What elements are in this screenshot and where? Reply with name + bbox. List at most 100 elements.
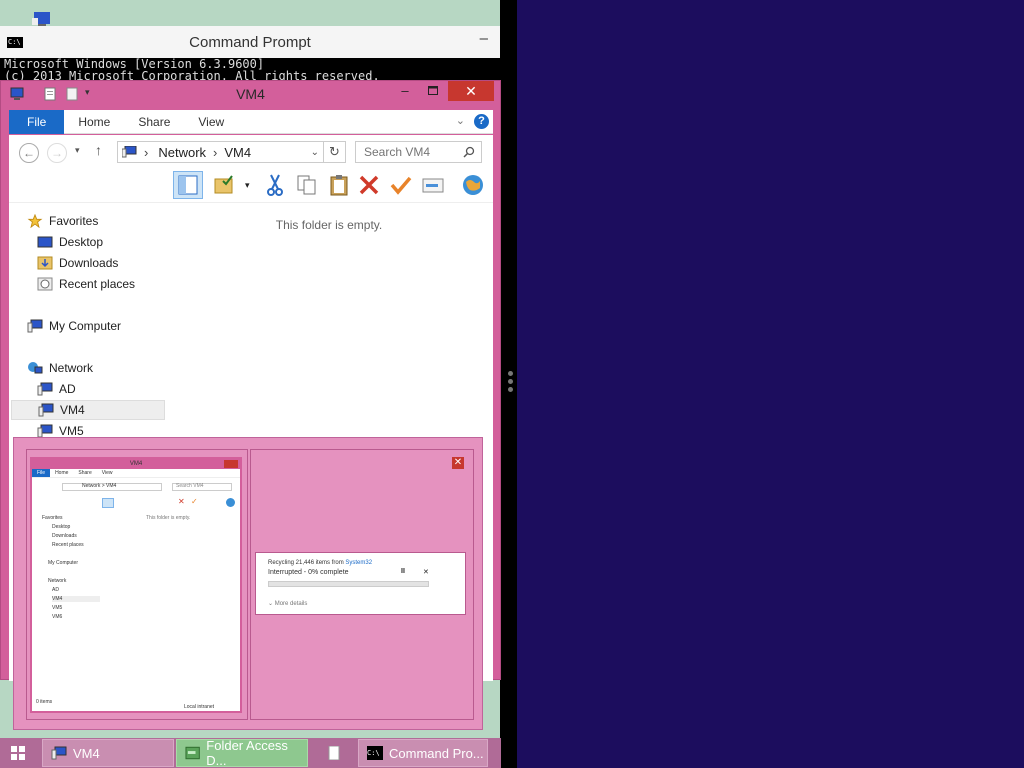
mini-tab-view: View <box>101 470 113 476</box>
computer-icon <box>38 403 54 417</box>
more-details-toggle: ⌄ More details <box>268 601 308 607</box>
mini-nav-favorites: Favorites <box>42 515 63 521</box>
recent-places-icon <box>37 277 53 291</box>
cmd-console[interactable]: Microsoft Windows [Version 6.3.9600] (c) … <box>0 58 500 82</box>
nav-downloads-label: Downloads <box>59 256 119 270</box>
nav-recent-places-label: Recent places <box>59 277 136 291</box>
nav-network[interactable]: Network <box>27 358 93 378</box>
nav-vm4-label: VM4 <box>60 403 85 417</box>
checkmark-icon[interactable] <box>389 173 413 197</box>
command-prompt-window[interactable]: C:\ Command Prompt – Microsoft Windows [… <box>0 26 500 82</box>
mini-nav-recent: Recent places <box>52 542 84 548</box>
downloads-icon <box>37 256 53 270</box>
mini-nav-vm5: VM5 <box>52 605 63 611</box>
tab-home[interactable]: Home <box>64 110 124 134</box>
address-row: ← → ▾ ↑ › Network › VM4 ⌄ ↻ <box>9 135 493 169</box>
command-toolbar: ▾ <box>9 169 493 203</box>
mini-empty-message: This folder is empty. <box>146 515 191 521</box>
address-sep-icon: › <box>144 144 149 160</box>
preview-pane-icon <box>178 175 198 195</box>
expand-ribbon-icon[interactable]: ⌄ <box>456 114 465 127</box>
up-button[interactable]: ↑ <box>95 142 102 158</box>
nav-downloads[interactable]: Downloads <box>37 253 118 273</box>
mini-close-icon <box>224 460 238 468</box>
taskbar-item-vm4[interactable]: VM4 <box>42 739 174 767</box>
rename-icon[interactable] <box>421 173 445 197</box>
cmd-minimize-button[interactable]: – <box>480 30 488 47</box>
cmd-app-icon: C:\ <box>7 37 23 48</box>
refresh-icon[interactable]: ↻ <box>323 142 345 162</box>
pause-icon: II <box>401 568 405 575</box>
snap-resize-handle[interactable] <box>506 368 514 400</box>
thumbnail-explorer[interactable]: VM4 File Home Share View Network > VM4 S… <box>26 449 248 720</box>
nav-desktop[interactable]: Desktop <box>37 232 103 252</box>
network-computer-icon <box>122 146 137 158</box>
mini-toolbar: ✕ ✓ <box>32 497 240 509</box>
breadcrumb-vm4[interactable]: VM4 <box>224 145 251 160</box>
breadcrumb-network[interactable]: Network <box>158 145 206 160</box>
mini-title: VM4 <box>129 461 143 467</box>
folder-options-icon[interactable] <box>213 173 237 197</box>
nav-desktop-label: Desktop <box>59 235 104 249</box>
network-icon <box>28 362 43 374</box>
cmd-title: Command Prompt <box>189 33 311 51</box>
nav-vm5-label: VM5 <box>59 424 84 438</box>
progress-description-text: Recycling 21,446 items from <box>268 560 346 566</box>
progress-bar <box>268 581 429 587</box>
computer-icon <box>37 424 53 438</box>
mini-nav-downloads: Downloads <box>52 533 77 539</box>
star-icon <box>27 214 43 228</box>
explorer-titlebar[interactable]: ▾ VM4 – ✕ <box>1 81 500 106</box>
cut-icon[interactable] <box>263 173 287 197</box>
taskbar-item-folder-access[interactable]: Folder Access D... <box>176 738 308 768</box>
mini-search: Search VM4 <box>176 483 204 489</box>
progress-description: Recycling 21,446 items from System32 <box>268 560 372 566</box>
mini-titlebar: VM4 <box>32 459 240 469</box>
mini-nav-vm6: VM6 <box>52 614 63 620</box>
preview-pane-button[interactable] <box>173 171 203 199</box>
mini-address: Network > VM4 <box>82 483 117 489</box>
paste-icon[interactable] <box>327 173 351 197</box>
copy-icon[interactable] <box>295 173 319 197</box>
delete-icon[interactable] <box>357 173 381 197</box>
maximize-button[interactable] <box>420 81 446 101</box>
minimize-button[interactable]: – <box>392 81 418 101</box>
address-dropdown-icon[interactable]: ⌄ <box>311 147 319 158</box>
start-button[interactable] <box>11 746 25 760</box>
breadcrumb-sep-icon: › <box>213 144 218 160</box>
maximize-icon <box>428 86 438 95</box>
taskbar-vm4-label: VM4 <box>73 745 100 761</box>
nav-network-label: Network <box>49 361 94 375</box>
nav-my-computer[interactable]: My Computer <box>27 316 121 336</box>
nav-favorites[interactable]: Favorites <box>27 211 98 231</box>
recent-locations-icon[interactable]: ▾ <box>75 145 80 156</box>
computer-icon <box>37 382 53 396</box>
taskbar-item-document[interactable] <box>310 739 356 767</box>
search-icon[interactable] <box>463 146 475 158</box>
cmd-titlebar[interactable]: C:\ Command Prompt – <box>0 26 500 58</box>
forward-button[interactable]: → <box>47 143 67 163</box>
empty-folder-message: This folder is empty. <box>275 218 383 232</box>
nav-vm4[interactable]: VM4 <box>11 400 165 420</box>
mini-nav-network: Network <box>48 578 67 584</box>
taskbar-item-command-prompt[interactable]: C:\ Command Pro... <box>358 739 488 767</box>
back-button[interactable]: ← <box>19 143 39 163</box>
tab-share[interactable]: Share <box>124 110 184 134</box>
globe-icon[interactable] <box>461 173 485 197</box>
taskbar-thumbnail-popup: VM4 File Home Share View Network > VM4 S… <box>13 437 483 730</box>
mini-nav-ad: AD <box>52 587 59 593</box>
nav-ad[interactable]: AD <box>37 379 76 399</box>
mini-status-items: 0 items <box>36 699 53 705</box>
address-bar[interactable]: › Network › VM4 ⌄ ↻ <box>117 141 346 163</box>
thumbnail-close-button[interactable]: ✕ <box>452 457 464 469</box>
nav-my-computer-label: My Computer <box>49 319 122 333</box>
tab-file[interactable]: File <box>9 109 65 134</box>
help-icon[interactable]: ? <box>474 114 489 129</box>
close-button[interactable]: ✕ <box>448 81 494 101</box>
my-computer-icon <box>27 319 43 333</box>
mini-status-zone: Local intranet <box>184 704 215 710</box>
mini-tab-file: File <box>32 469 51 477</box>
nav-ad-label: AD <box>59 382 76 396</box>
tab-view[interactable]: View <box>184 110 238 134</box>
nav-recent-places[interactable]: Recent places <box>37 274 135 294</box>
